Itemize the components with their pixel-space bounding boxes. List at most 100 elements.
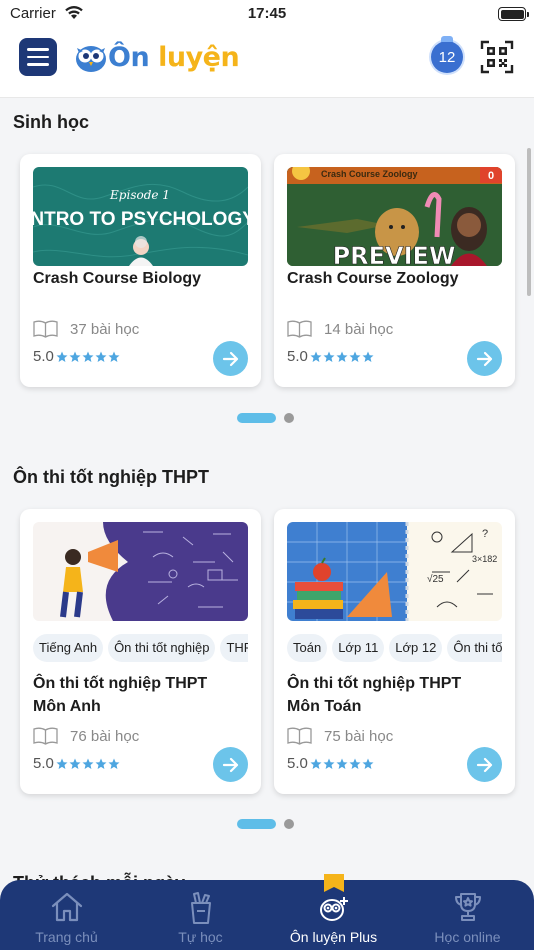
star-icon [82, 758, 94, 769]
scrollbar[interactable] [527, 148, 531, 296]
course-thumbnail [33, 522, 248, 621]
qr-code-icon [480, 40, 514, 74]
rating-value: 5.0 [287, 348, 308, 365]
lesson-count: 14 bài học [287, 320, 393, 338]
star-icon [323, 758, 335, 769]
qr-scan-button[interactable] [480, 40, 514, 74]
status-bar: Carrier 17:45 [0, 0, 534, 30]
star-icon [95, 351, 107, 362]
tab-label: Trang chủ [35, 929, 98, 945]
course-title: Crash Course Biology [33, 270, 202, 287]
course-thumbnail: Crash Course Zoology 0 PREVIEW [287, 167, 502, 266]
lesson-count-text: 37 bài học [70, 320, 140, 338]
tab-on-luyen-plus[interactable]: Ôn luyện Plus [267, 880, 400, 950]
course-thumbnail: Episode 1 INTRO TO PSYCHOLOGY [33, 167, 248, 266]
thumbnail-title: PREVIEW [333, 242, 456, 266]
tab-trang-chu[interactable]: Trang chủ [0, 880, 133, 950]
section-title-on-thi: Ôn thi tốt nghiệp THPT [13, 467, 209, 487]
star-icon [310, 758, 322, 769]
tab-hoc-online[interactable]: Học online [401, 880, 534, 950]
rating: 5.0 [33, 348, 121, 365]
star-icon [56, 758, 68, 769]
star-rating-icon [310, 758, 375, 770]
star-icon [336, 758, 348, 769]
tab-tu-hoc[interactable]: Tự học [134, 880, 267, 950]
home-icon [51, 892, 82, 922]
star-icon [108, 758, 120, 769]
app-logo: Ôn luyện [74, 39, 240, 75]
course-card-english[interactable]: Tiếng Anh Ôn thi tốt nghiệp THPT Ôn thi … [20, 509, 261, 794]
thumbnail-badge: 0 [488, 170, 494, 182]
tag-chip[interactable]: Lớp 12 [389, 634, 443, 662]
course-title: Ôn thi tốt nghiệp THPT Môn Anh [33, 672, 253, 718]
grade-value: 12 [438, 48, 456, 66]
rating: 5.0 [33, 755, 121, 772]
star-rating-icon [310, 351, 375, 363]
open-course-button[interactable] [213, 747, 248, 782]
svg-text:?: ? [482, 528, 488, 540]
star-icon [69, 351, 81, 362]
arrow-right-icon [222, 757, 238, 772]
tab-label: Học online [434, 929, 501, 945]
owl-logo-icon [76, 46, 106, 72]
book-icon [33, 727, 58, 745]
star-icon [82, 351, 94, 362]
star-icon [323, 351, 335, 362]
rating: 5.0 [287, 755, 375, 772]
tag-chip[interactable]: Lớp 11 [332, 634, 385, 662]
open-course-button[interactable] [467, 747, 502, 782]
logo-text-luyen: luyện [149, 41, 240, 73]
menu-button[interactable] [19, 38, 57, 76]
pager-dot-active[interactable] [237, 819, 276, 829]
star-icon [56, 351, 68, 362]
svg-text:3×182: 3×182 [472, 554, 497, 564]
thumbnail-header: Crash Course Zoology [321, 169, 418, 179]
course-title-line1: Ôn thi tốt nghiệp THPT [287, 675, 462, 692]
pager-dot[interactable] [284, 413, 294, 423]
star-icon [349, 351, 361, 362]
self-study-icon [190, 892, 211, 924]
grade-selector-button[interactable]: 12 [431, 36, 463, 73]
book-icon [287, 320, 312, 338]
tag-chip[interactable]: Ôn thi tốt nghiệp [447, 634, 502, 662]
rating-value: 5.0 [287, 755, 308, 772]
svg-text:√25: √25 [427, 573, 444, 585]
book-icon [33, 320, 58, 338]
tag-chip[interactable]: Ôn thi tốt nghiệp [108, 634, 216, 662]
pager-dot[interactable] [284, 819, 294, 829]
logo-text-on: Ôn [108, 41, 150, 73]
tag-chip[interactable]: Tiếng Anh [33, 634, 104, 662]
star-icon [95, 758, 107, 769]
course-thumbnail: ? √25 3×182 [287, 522, 502, 621]
course-card-zoology[interactable]: Crash Course Zoology 0 PREVIEW Crash Cou… [274, 154, 515, 387]
course-title-line1: Ôn thi tốt nghiệp THPT [33, 675, 208, 692]
course-title: Crash Course Zoology [287, 270, 459, 287]
lesson-count: 37 bài học [33, 320, 139, 338]
clock: 17:45 [247, 5, 287, 22]
course-title-line2: Môn Anh [33, 698, 101, 715]
tag-chip[interactable]: THPT [220, 634, 248, 662]
app-header: Ôn luyện 12 [0, 30, 534, 98]
trophy-icon [454, 893, 481, 921]
course-title: Ôn thi tốt nghiệp THPT Môn Toán [287, 672, 507, 718]
pager-dot-active[interactable] [237, 413, 276, 423]
bottom-tab-bar: Trang chủ Tự học Ôn luyện Plus Học onlin… [0, 874, 534, 950]
lesson-count-text: 76 bài học [70, 727, 140, 745]
tab-label: Tự học [178, 929, 223, 945]
tab-label: Ôn luyện Plus [289, 929, 378, 945]
owl-plus-icon [319, 897, 348, 921]
arrow-right-icon [476, 757, 492, 772]
carousel-pager[interactable] [237, 819, 294, 829]
course-card-math[interactable]: ? √25 3×182 Toán Lớp 11 Lớp 12 Ôn thi tố… [274, 509, 515, 794]
carousel-pager[interactable] [237, 413, 294, 423]
tag-chip[interactable]: Toán [287, 634, 328, 662]
star-icon [108, 351, 120, 362]
open-course-button[interactable] [467, 341, 502, 376]
course-card-biology[interactable]: Episode 1 INTRO TO PSYCHOLOGY Crash Cour… [20, 154, 261, 387]
thumbnail-episode-label: Episode 1 [109, 188, 170, 202]
lesson-count-text: 14 bài học [324, 320, 394, 338]
section-title-sinh-hoc: Sinh học [13, 112, 89, 132]
open-course-button[interactable] [213, 341, 248, 376]
lesson-count-text: 75 bài học [324, 727, 394, 745]
thumbnail-title: INTRO TO PSYCHOLOGY [33, 209, 248, 230]
